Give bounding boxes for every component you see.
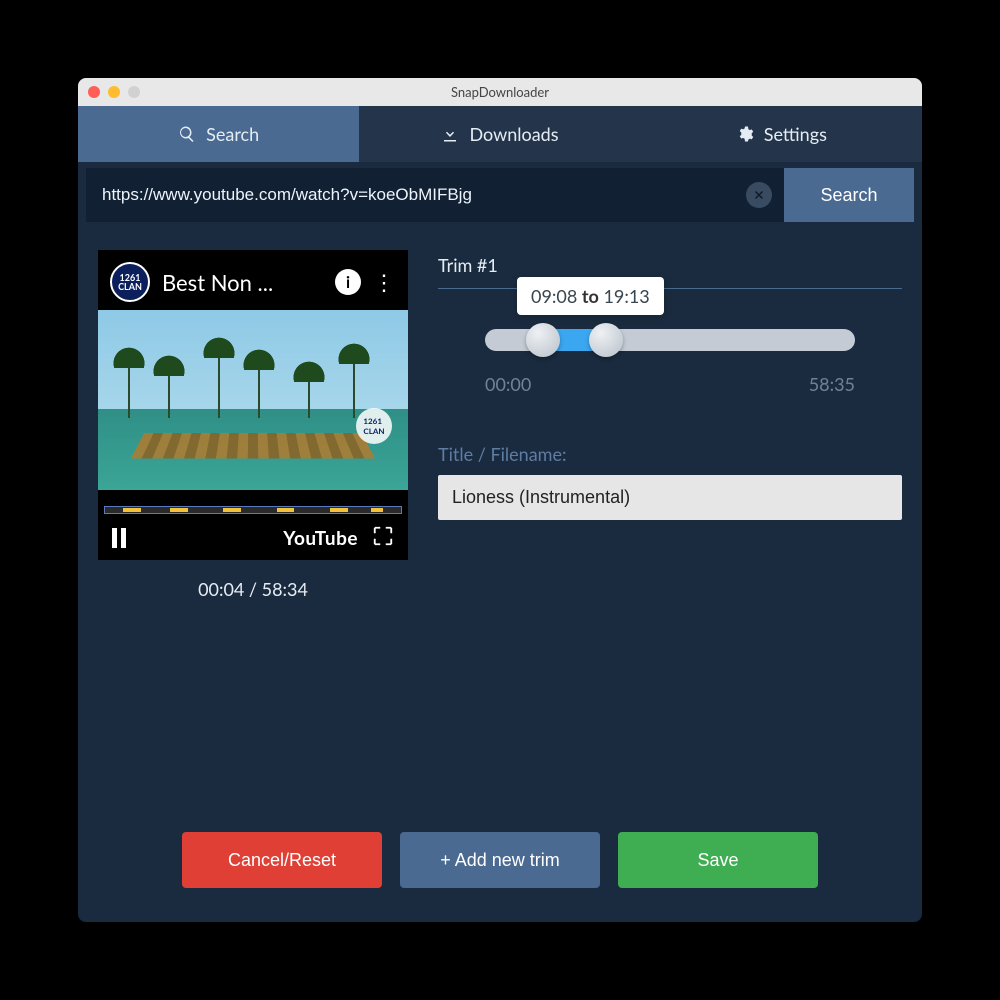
pause-button[interactable]	[112, 528, 126, 548]
divider	[438, 288, 902, 289]
zoom-window-button[interactable]	[128, 86, 140, 98]
close-window-button[interactable]	[88, 86, 100, 98]
trim-range-slider[interactable]: 09:08 to 19:13	[485, 329, 855, 351]
cancel-button[interactable]: Cancel/Reset	[182, 832, 382, 888]
video-title: Best Non ...	[162, 269, 273, 296]
url-input[interactable]	[86, 168, 784, 222]
more-icon[interactable]: ⋮	[373, 268, 396, 296]
trim-tooltip: 09:08 to 19:13	[517, 277, 664, 315]
app-window: SnapDownloader Search Downloads Settings…	[78, 78, 922, 922]
gear-icon	[736, 125, 754, 143]
tab-search-label: Search	[206, 123, 259, 145]
filename-label: Title / Filename:	[438, 443, 902, 465]
main-tabs: Search Downloads Settings	[78, 106, 922, 162]
slider-handle-end[interactable]	[589, 323, 623, 357]
tab-search[interactable]: Search	[78, 106, 359, 162]
slider-min-label: 00:00	[485, 373, 531, 395]
clear-url-button[interactable]	[746, 182, 772, 208]
channel-avatar: 1261CLAN	[110, 262, 150, 302]
titlebar: SnapDownloader	[78, 78, 922, 106]
trim-to-label: to	[582, 285, 599, 307]
video-thumbnail-image: 1261CLAN	[98, 310, 408, 490]
trim-start-value: 09:08	[531, 285, 577, 307]
slider-max-label: 58:35	[809, 373, 855, 395]
fullscreen-icon	[372, 525, 394, 547]
minimize-window-button[interactable]	[108, 86, 120, 98]
tab-settings[interactable]: Settings	[641, 106, 922, 162]
slider-handle-start[interactable]	[526, 323, 560, 357]
search-bar: Search	[86, 168, 914, 222]
window-title: SnapDownloader	[78, 84, 922, 100]
search-button[interactable]: Search	[784, 168, 914, 222]
download-icon	[441, 125, 459, 143]
info-icon[interactable]: i	[335, 269, 361, 295]
youtube-logo: YouTube	[283, 527, 358, 550]
add-trim-button[interactable]: + Add new trim	[400, 832, 600, 888]
video-progress-bar[interactable]	[104, 506, 402, 514]
tab-settings-label: Settings	[764, 123, 827, 145]
tab-downloads[interactable]: Downloads	[359, 106, 640, 162]
trim-end-value: 19:13	[603, 285, 649, 307]
close-icon	[753, 189, 765, 201]
video-preview[interactable]: 1261CLAN Best Non ... i ⋮ 1261CLAN	[98, 250, 408, 560]
slider-track[interactable]	[485, 329, 855, 351]
tab-downloads-label: Downloads	[469, 123, 558, 145]
fullscreen-button[interactable]	[372, 525, 394, 551]
search-icon	[178, 125, 196, 143]
trim-heading: Trim #1	[438, 254, 902, 276]
filename-input[interactable]	[438, 475, 902, 520]
video-time-caption: 00:04 / 58:34	[98, 578, 408, 600]
save-button[interactable]: Save	[618, 832, 818, 888]
